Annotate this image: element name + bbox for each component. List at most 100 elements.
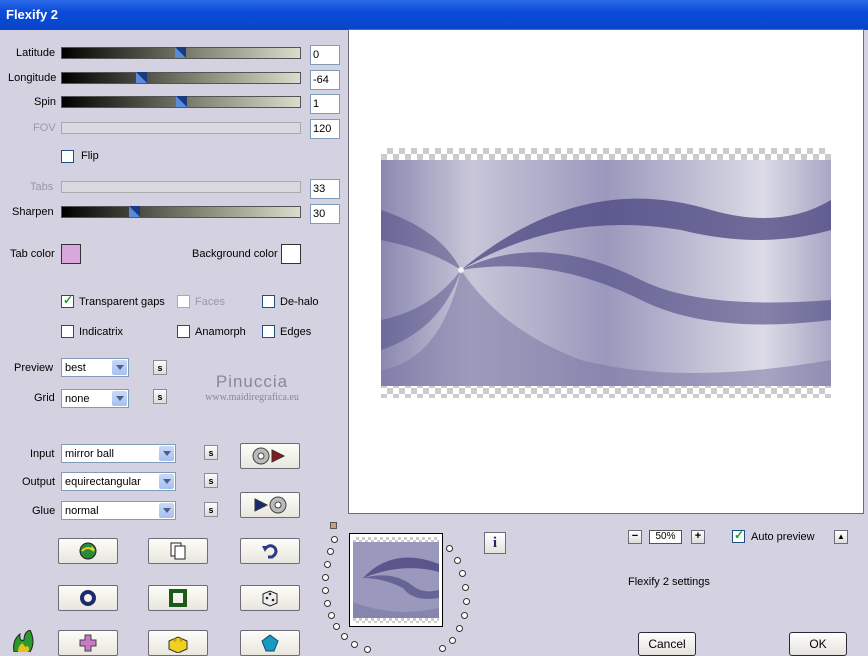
orbit-dot (322, 574, 329, 581)
square-button[interactable] (148, 585, 208, 611)
glue-save-button[interactable]: s (204, 502, 218, 517)
spin-thumb[interactable] (176, 96, 187, 108)
flip-checkbox[interactable] (61, 150, 74, 163)
orbit-dot (324, 600, 331, 607)
preview-canvas[interactable] (348, 29, 864, 514)
disc-play-icon (252, 447, 286, 465)
transparent-gaps-checkbox[interactable]: ✓ (61, 293, 74, 308)
settings-label: Flexify 2 settings (628, 576, 710, 588)
save-output-button[interactable] (240, 492, 300, 518)
orbit-dot (446, 545, 453, 552)
edges-label: Edges (280, 326, 312, 338)
preview-select-value: best (65, 362, 86, 374)
undo-button[interactable] (240, 538, 300, 564)
de-halo-checkbox[interactable] (262, 295, 275, 308)
gem-button[interactable] (240, 630, 300, 656)
glue-select-label: Glue (32, 505, 56, 517)
indicatrix-checkbox[interactable] (61, 325, 74, 338)
circle-button[interactable] (58, 585, 118, 611)
preview-save-button[interactable]: s (153, 360, 167, 375)
fov-label: FOV (33, 122, 56, 134)
chevron-down-icon (159, 503, 174, 518)
latitude-thumb[interactable] (175, 47, 186, 59)
input-select[interactable]: mirror ball (61, 444, 176, 463)
glue-select[interactable]: normal (61, 501, 176, 520)
grid-select[interactable]: none (61, 389, 129, 408)
output-select[interactable]: equirectangular (61, 472, 176, 491)
longitude-label: Longitude (8, 72, 57, 84)
longitude-thumb[interactable] (136, 72, 147, 84)
gem-icon (261, 634, 279, 652)
info-button[interactable]: i (484, 532, 506, 554)
watermark: Pinuccia www.maidiregrafica.eu (190, 372, 314, 403)
preview-select[interactable]: best (61, 358, 129, 377)
flame-icon (10, 629, 36, 655)
chevron-down-icon (112, 360, 127, 375)
orbit-dot (322, 587, 329, 594)
globe-arrow-icon (79, 542, 97, 560)
zoom-level: 50% (649, 530, 682, 544)
cube-icon (168, 636, 188, 653)
brick-button[interactable] (148, 630, 208, 656)
play-disc-icon (254, 496, 287, 514)
copy-button[interactable] (148, 538, 208, 564)
orbit-dot (454, 557, 461, 564)
auto-preview-checkbox[interactable]: ✓ (732, 528, 745, 543)
longitude-value[interactable]: -64 (310, 70, 340, 90)
grid-select-value: none (65, 393, 90, 405)
sharpen-slider[interactable] (61, 206, 301, 218)
tabs-value: 33 (310, 179, 340, 199)
ok-button[interactable]: OK (789, 632, 847, 656)
sharpen-value[interactable]: 30 (310, 204, 340, 224)
output-save-button[interactable]: s (204, 473, 218, 488)
orbit-dot (351, 641, 358, 648)
sharpen-thumb[interactable] (129, 206, 140, 218)
orbit-dot (324, 561, 331, 568)
grid-select-label: Grid (34, 392, 55, 404)
orbit-dot (463, 598, 470, 605)
cross-button[interactable] (58, 630, 118, 656)
orbit-dot (327, 548, 334, 555)
spin-value[interactable]: 1 (310, 94, 340, 114)
orientation-handle[interactable] (330, 522, 337, 529)
chevron-down-icon (159, 446, 174, 461)
tab-color-label: Tab color (10, 248, 55, 260)
zoom-in-button[interactable]: + (691, 530, 705, 544)
grid-save-button[interactable]: s (153, 389, 167, 404)
background-color-label: Background color (192, 248, 278, 260)
zoom-out-button[interactable]: − (628, 530, 642, 544)
cross-icon (79, 634, 97, 652)
background-color-swatch[interactable] (281, 244, 301, 264)
anamorph-checkbox[interactable] (177, 325, 190, 338)
collapse-button[interactable]: ▲ (834, 530, 848, 544)
randomize-button[interactable] (58, 538, 118, 564)
de-halo-label: De-halo (280, 296, 319, 308)
cancel-button[interactable]: Cancel (638, 632, 696, 656)
thumbnail-navigator[interactable] (349, 533, 443, 627)
orbit-dot (462, 584, 469, 591)
spin-slider[interactable] (61, 96, 301, 108)
ring-icon (80, 590, 96, 606)
tab-color-swatch[interactable] (61, 244, 81, 264)
preview-image (381, 148, 831, 398)
orbit-dot (333, 623, 340, 630)
latitude-value[interactable]: 0 (310, 45, 340, 65)
flexified-image (381, 160, 831, 386)
random-button[interactable] (240, 585, 300, 611)
dice-icon (262, 590, 278, 607)
orbit-dot (459, 570, 466, 577)
orbit-dot (449, 637, 456, 644)
edges-checkbox[interactable] (262, 325, 275, 338)
watermark-url: www.maidiregrafica.eu (205, 392, 299, 403)
undo-icon (262, 544, 278, 559)
faces-checkbox (177, 295, 190, 308)
orbit-dot (456, 625, 463, 632)
anamorph-label: Anamorph (195, 326, 246, 338)
output-select-value: equirectangular (65, 476, 141, 488)
load-input-button[interactable] (240, 443, 300, 469)
latitude-slider[interactable] (61, 47, 301, 59)
fov-slider (61, 122, 301, 134)
orbit-dot (341, 633, 348, 640)
longitude-slider[interactable] (61, 72, 301, 84)
input-save-button[interactable]: s (204, 445, 218, 460)
